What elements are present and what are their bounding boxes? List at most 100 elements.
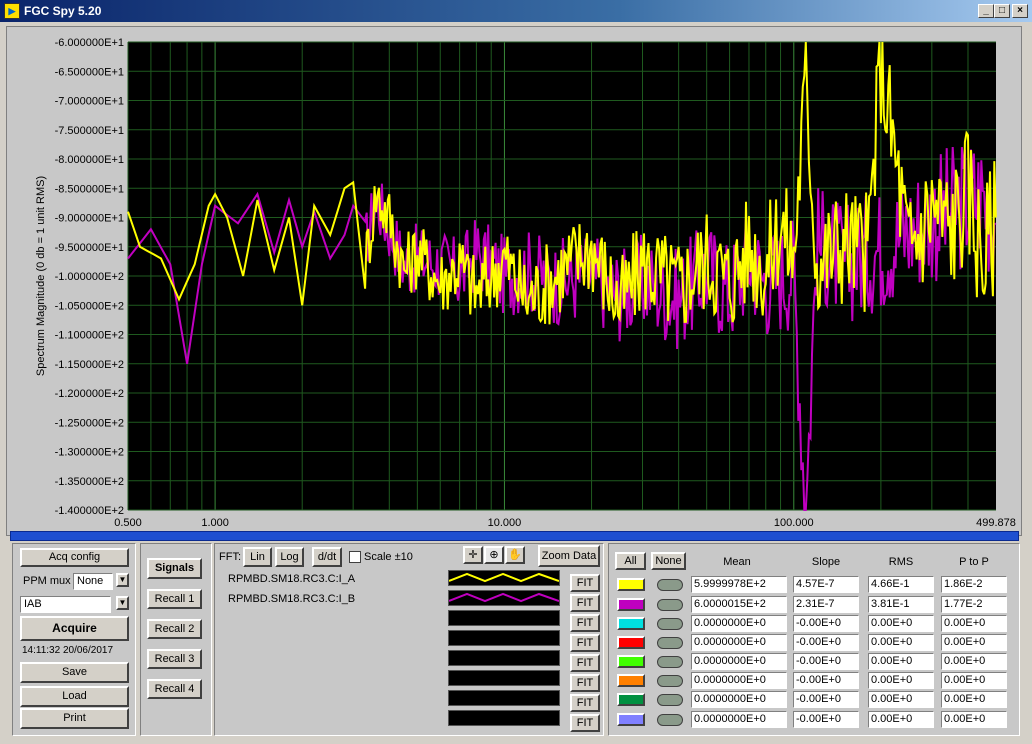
signal-color-swatch[interactable] (617, 617, 645, 630)
rms-header: RMS (888, 556, 914, 568)
signal-select[interactable]: IAB (20, 596, 111, 613)
stat-ptop-value: 0.00E+0 (941, 653, 1007, 670)
signal-enable-toggle[interactable] (657, 579, 683, 591)
signal-color-swatch[interactable] (617, 655, 645, 668)
y-tick-label: -1.350000E+2 (55, 476, 124, 488)
stat-ptop-value: 0.00E+0 (941, 691, 1007, 708)
signal-dropdown-icon[interactable]: ▼ (116, 596, 129, 610)
signals-button[interactable]: Signals (147, 558, 202, 579)
stat-slope-value: -0.00E+0 (793, 653, 859, 670)
signal-trace-preview (448, 710, 560, 726)
signal-enable-toggle[interactable] (657, 637, 683, 649)
stat-mean-value: 0.0000000E+0 (691, 711, 787, 728)
fit-button[interactable]: FIT (570, 574, 600, 592)
stat-ptop-value: 0.00E+0 (941, 634, 1007, 651)
fit-button[interactable]: FIT (570, 654, 600, 672)
signal-enable-toggle[interactable] (657, 694, 683, 706)
scale-checkbox[interactable] (349, 551, 361, 563)
mean-header: Mean (723, 556, 751, 568)
fft-label: FFT: (219, 551, 241, 563)
acq-config-button[interactable]: Acq config (20, 548, 129, 567)
y-tick-label: -1.200000E+2 (55, 388, 124, 400)
signal-trace-preview (448, 650, 560, 666)
fft-log-button[interactable]: Log (275, 547, 304, 567)
ppm-mux-label: PPM mux (23, 575, 71, 587)
ppm-mux-dropdown-icon[interactable]: ▼ (116, 573, 129, 587)
signal-name-1: RPMBD.SM18.RC3.C:I_A (228, 573, 356, 585)
zoom-data-button[interactable]: Zoom Data (538, 545, 600, 567)
ppm-mux-select[interactable]: None (73, 573, 113, 590)
y-tick-label: -1.400000E+2 (55, 505, 124, 517)
recall-4-button[interactable]: Recall 4 (147, 679, 202, 699)
recall-1-button[interactable]: Recall 1 (147, 589, 202, 609)
stat-mean-value: 0.0000000E+0 (691, 653, 787, 670)
fit-button[interactable]: FIT (570, 614, 600, 632)
x-tick-label: 100.000 (774, 517, 814, 529)
signal-trace-preview (448, 630, 560, 646)
signal-color-swatch[interactable] (617, 693, 645, 706)
plot-scrollbar[interactable] (10, 531, 1019, 541)
stat-ptop-value: 0.00E+0 (941, 615, 1007, 632)
fit-button[interactable]: FIT (570, 694, 600, 712)
print-button[interactable]: Print (20, 708, 129, 729)
stat-mean-value: 0.0000000E+0 (691, 672, 787, 689)
slope-header: Slope (811, 556, 841, 568)
signal-enable-toggle[interactable] (657, 618, 683, 630)
signal-color-swatch[interactable] (617, 578, 645, 591)
y-tick-label: -1.100000E+2 (55, 330, 124, 342)
y-tick-label: -7.000000E+1 (55, 96, 124, 108)
recall-3-button[interactable]: Recall 3 (147, 649, 202, 669)
fft-lin-button[interactable]: Lin (243, 547, 272, 567)
stat-mean-value: 0.0000000E+0 (691, 691, 787, 708)
stat-rms-value: 0.00E+0 (868, 691, 934, 708)
stat-slope-value: -0.00E+0 (793, 691, 859, 708)
y-tick-label: -9.500000E+1 (55, 242, 124, 254)
window-title: FGC Spy 5.20 (24, 4, 102, 18)
signal-color-swatch[interactable] (617, 636, 645, 649)
stat-rms-value: 0.00E+0 (868, 634, 934, 651)
fit-button[interactable]: FIT (570, 594, 600, 612)
ddt-button[interactable]: d/dt (312, 547, 342, 567)
signal-trace-preview (448, 570, 560, 586)
stat-slope-value: 4.57E-7 (793, 576, 859, 593)
close-button[interactable]: × (1012, 4, 1028, 18)
signal-enable-toggle[interactable] (657, 599, 683, 611)
stat-ptop-value: 0.00E+0 (941, 672, 1007, 689)
y-tick-label: -6.000000E+1 (55, 37, 124, 49)
stat-rms-value: 0.00E+0 (868, 653, 934, 670)
spectrum-plot[interactable]: -6.000000E+1 -6.500000E+1 -7.000000E+1 -7.5… (0, 26, 1032, 536)
signal-enable-toggle[interactable] (657, 675, 683, 687)
fit-button[interactable]: FIT (570, 674, 600, 692)
stat-ptop-value: 0.00E+0 (941, 711, 1007, 728)
fit-button[interactable]: FIT (570, 714, 600, 732)
zoom-icon[interactable]: ⊕ (484, 546, 504, 564)
crosshair-icon[interactable]: ✛ (463, 546, 483, 564)
load-button[interactable]: Load (20, 686, 129, 707)
signal-color-swatch[interactable] (617, 598, 645, 611)
stat-rms-value: 0.00E+0 (868, 711, 934, 728)
select-all-button[interactable]: All (615, 552, 646, 570)
stat-ptop-value: 1.86E-2 (941, 576, 1007, 593)
stat-rms-value: 0.00E+0 (868, 672, 934, 689)
signal-enable-toggle[interactable] (657, 714, 683, 726)
maximize-button[interactable]: □ (994, 4, 1010, 18)
signal-color-swatch[interactable] (617, 674, 645, 687)
y-tick-label: -8.500000E+1 (55, 183, 124, 195)
signal-trace-preview (448, 610, 560, 626)
signal-trace-preview (448, 690, 560, 706)
x-tick-label: 10.000 (488, 517, 522, 529)
x-tick-label: 499.878 (976, 517, 1016, 529)
acquire-timestamp: 14:11:32 20/06/2017 (22, 645, 114, 656)
acquire-button[interactable]: Acquire (20, 616, 129, 641)
signal-enable-toggle[interactable] (657, 656, 683, 668)
fit-button[interactable]: FIT (570, 634, 600, 652)
save-button[interactable]: Save (20, 662, 129, 683)
x-tick-label: 1.000 (201, 517, 229, 529)
recall-2-button[interactable]: Recall 2 (147, 619, 202, 639)
stat-slope-value: -0.00E+0 (793, 634, 859, 651)
pan-hand-icon[interactable]: ✋ (505, 546, 525, 564)
y-tick-label: -1.300000E+2 (55, 447, 124, 459)
select-none-button[interactable]: None (651, 552, 686, 570)
signal-color-swatch[interactable] (617, 713, 645, 726)
minimize-button[interactable]: _ (978, 4, 994, 18)
